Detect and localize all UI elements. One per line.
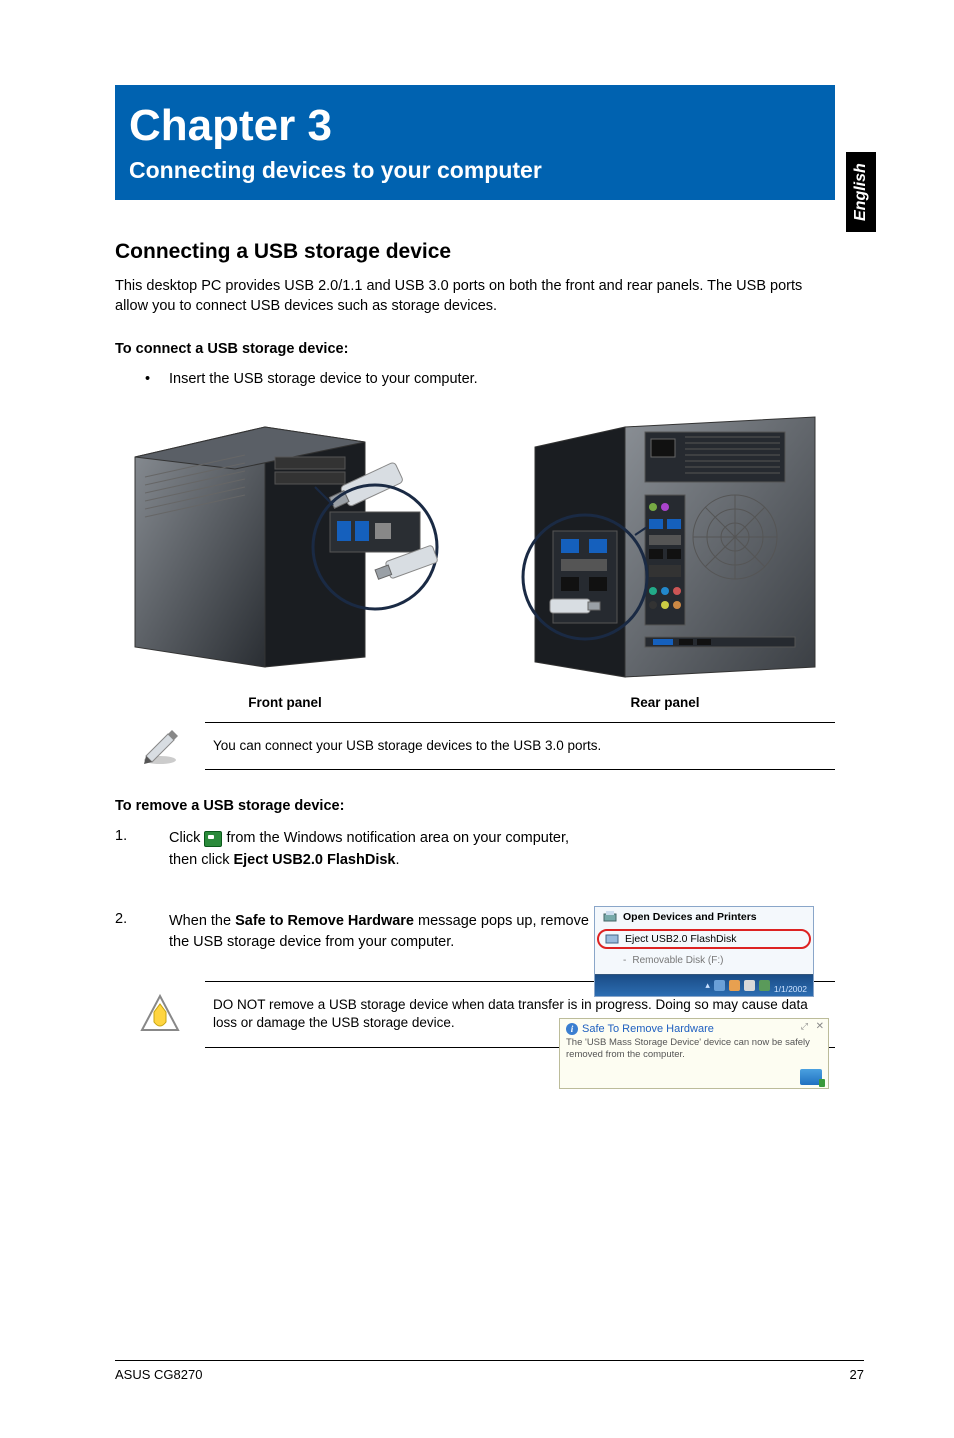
rear-panel-caption: Rear panel (630, 695, 699, 710)
step-1: 1. Click from the Windows notification a… (115, 828, 595, 870)
tray-icon-2[interactable] (729, 980, 740, 991)
panel-figures: Front panel (115, 407, 835, 710)
footer-model: ASUS CG8270 (115, 1367, 202, 1382)
printer-icon (603, 911, 617, 923)
rear-panel-illustration (495, 407, 835, 687)
eject-popup: Open Devices and Printers Eject USB2.0 F… (594, 906, 814, 997)
front-panel-caption: Front panel (248, 695, 322, 710)
pin-icon[interactable]: ⤢ (801, 1021, 808, 1032)
chapter-subtitle: Connecting devices to your computer (129, 157, 815, 184)
taskbar: ▴ 1/1/2002 (595, 974, 813, 996)
safe-remove-balloon: ⤢ ✕ i Safe To Remove Hardware The 'USB M… (559, 1018, 829, 1089)
chapter-header: Chapter 3 Connecting devices to your com… (115, 85, 835, 200)
tray-icon-3[interactable] (744, 980, 755, 991)
tray-usb-icon (204, 831, 222, 847)
tray-icon-1[interactable] (714, 980, 725, 991)
step-number-2: 2. (115, 911, 169, 953)
connect-heading: To connect a USB storage device: (115, 341, 864, 357)
remove-heading: To remove a USB storage device: (115, 798, 864, 814)
section-heading: Connecting a USB storage device (115, 240, 864, 264)
intro-paragraph: This desktop PC provides USB 2.0/1.1 and… (115, 276, 835, 317)
footer-page-number: 27 (850, 1367, 864, 1382)
balloon-title-row: i Safe To Remove Hardware (566, 1023, 822, 1035)
close-icon[interactable]: ✕ (816, 1021, 824, 1032)
note-usb3: You can connect your USB storage devices… (115, 722, 835, 771)
info-icon: i (566, 1023, 578, 1035)
pencil-icon (138, 726, 182, 766)
eject-row[interactable]: Eject USB2.0 FlashDisk (597, 929, 811, 949)
chapter-title: Chapter 3 (129, 101, 815, 151)
step-2: 2. When the Safe to Remove Hardware mess… (115, 911, 595, 953)
tray-clock[interactable]: 1/1/2002 (774, 977, 807, 994)
eject-label: Eject USB2.0 FlashDisk (625, 933, 736, 945)
open-devices-row[interactable]: Open Devices and Printers (595, 907, 813, 927)
rear-panel-figure: Rear panel (495, 407, 835, 710)
step-number-1: 1. (115, 828, 169, 870)
step-1-text: Click from the Windows notification area… (169, 828, 595, 870)
removable-disk-row[interactable]: - Removable Disk (F:) (595, 951, 813, 970)
removable-disk-label: Removable Disk (F:) (632, 955, 723, 966)
connect-bullet-text: Insert the USB storage device to your co… (169, 371, 478, 387)
connect-bullet-row: • Insert the USB storage device to your … (115, 371, 864, 387)
step-2-text: When the Safe to Remove Hardware message… (169, 911, 595, 953)
bullet-dot: • (145, 371, 169, 387)
open-devices-label: Open Devices and Printers (623, 911, 757, 923)
tray-usb-large-icon[interactable] (800, 1069, 822, 1085)
tray-icon-4[interactable] (759, 980, 770, 991)
balloon-message: The 'USB Mass Storage Device' device can… (566, 1037, 822, 1062)
front-panel-illustration (115, 407, 455, 687)
note-usb3-text: You can connect your USB storage devices… (205, 722, 835, 771)
drive-icon (605, 933, 619, 945)
warning-icon (138, 992, 182, 1036)
page-footer: ASUS CG8270 27 (115, 1360, 864, 1382)
tray-up-icon[interactable]: ▴ (705, 980, 710, 991)
language-tab: English (846, 152, 876, 232)
balloon-title: Safe To Remove Hardware (582, 1023, 714, 1035)
balloon-taskbar (566, 1068, 822, 1086)
front-panel-figure: Front panel (115, 407, 455, 710)
